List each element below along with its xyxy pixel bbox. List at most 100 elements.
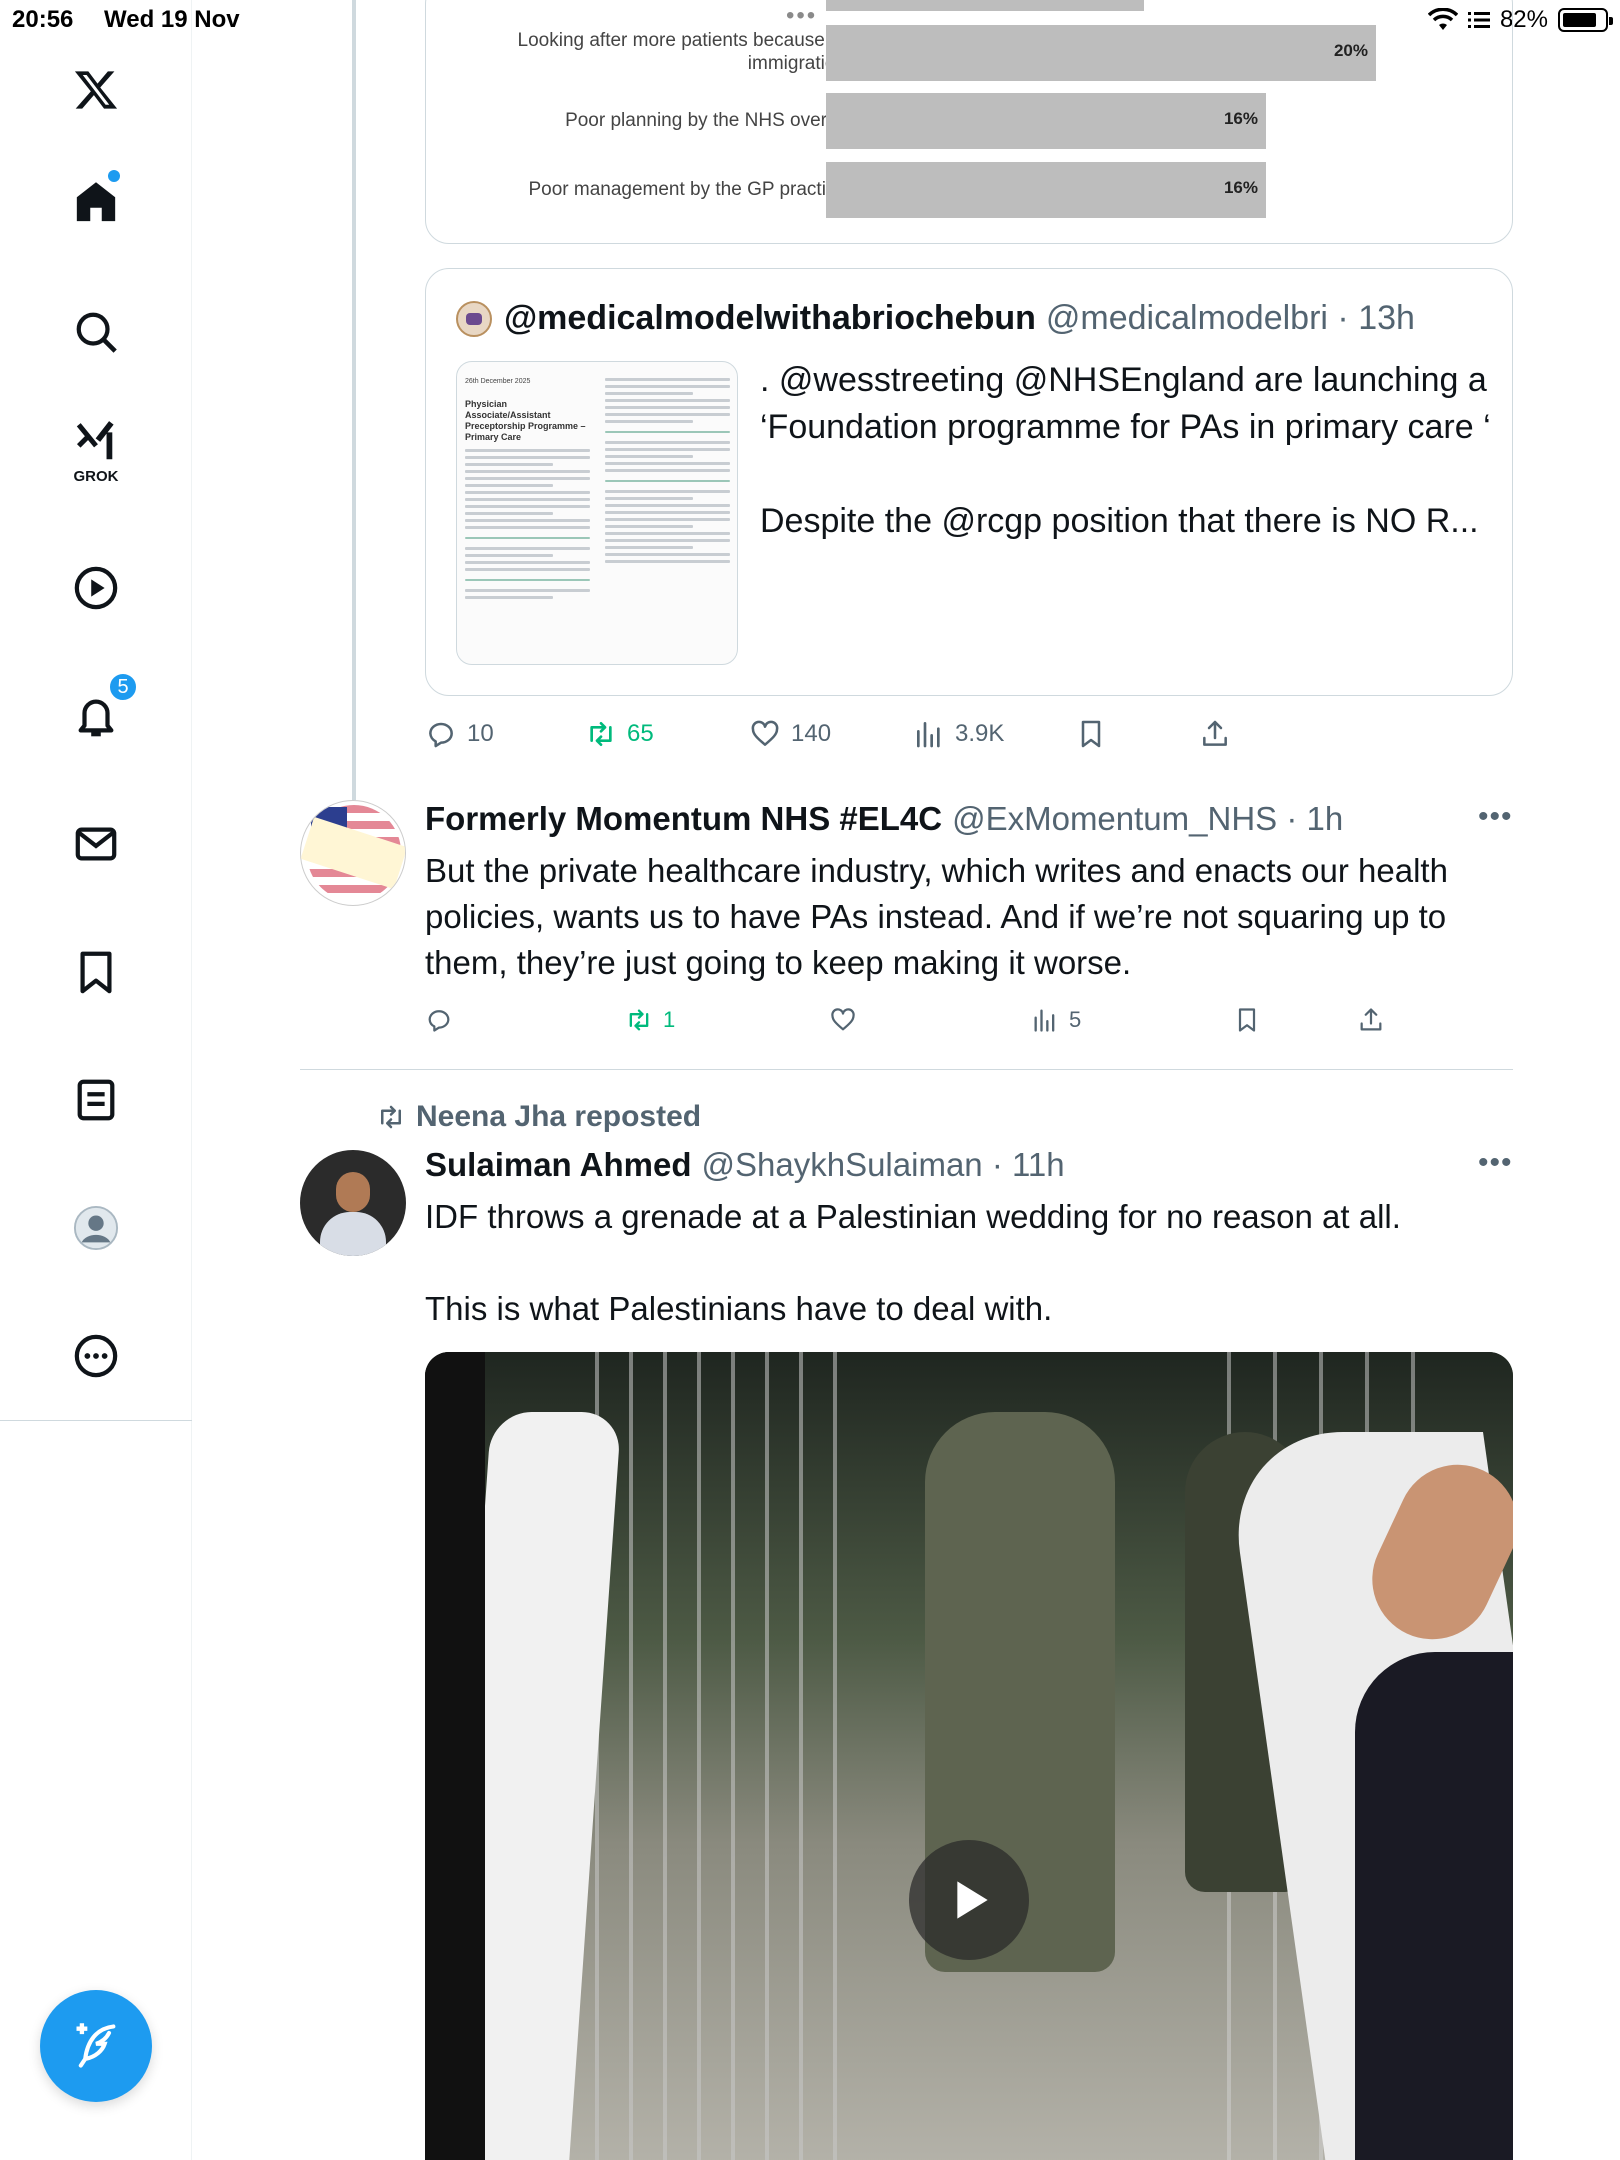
tweet-header: Sulaiman Ahmed @ShaykhSulaiman · 11h [425, 1146, 1065, 1184]
views-count: 3.9K [955, 720, 1005, 747]
sidebar-item-video[interactable] [56, 548, 136, 628]
repost-button[interactable]: 65 [585, 718, 654, 750]
tweet-separator [300, 1069, 1513, 1070]
tweet-text: But the private healthcare industry, whi… [425, 852, 1458, 981]
chart-bar-partial [826, 0, 1144, 11]
views-chart-icon [917, 722, 940, 748]
quoted-tweet-header: @medicalmodelwithabriochebun @medicalmod… [456, 299, 1415, 338]
views-button[interactable]: 3.9K [913, 718, 1004, 750]
quoted-tweet-card[interactable]: @medicalmodelwithabriochebun @medicalmod… [425, 268, 1513, 696]
tweet-time[interactable]: 1h [1307, 800, 1344, 838]
quoted-avatar[interactable] [456, 300, 492, 337]
bookmark-icon [1081, 720, 1101, 748]
x-logo-button[interactable] [56, 50, 136, 130]
tweet-time[interactable]: 11h [1012, 1146, 1065, 1184]
chart-value-label: 16% [1223, 109, 1258, 128]
chart-category-label: Looking after more patients because of i… [517, 30, 846, 74]
reply-icon [429, 722, 453, 748]
bell-icon [78, 699, 114, 737]
tweet-video[interactable] [425, 1352, 1513, 2160]
unread-dot [108, 170, 120, 182]
compose-button[interactable] [40, 1990, 152, 2102]
quoted-tweet-text: . @wesstreeting @NHSEngland are launchin… [760, 361, 1491, 540]
grok-icon [76, 421, 114, 460]
tweet-more-button[interactable]: ••• [1478, 1146, 1513, 1180]
sidebar-item-more[interactable] [56, 1316, 136, 1396]
grok-label: GROK [73, 468, 119, 485]
share-icon [1360, 1008, 1382, 1031]
chart-value-label: 20% [1333, 41, 1368, 60]
thread-line [352, 0, 356, 800]
sidebar-item-profile[interactable] [56, 1188, 136, 1268]
mail-icon [75, 827, 117, 861]
quoted-dot: · [1327, 299, 1359, 337]
quoted-document-thumbnail[interactable]: 26th December 2025 Physician Associate/A… [456, 361, 738, 665]
video-play-button[interactable] [909, 1840, 1029, 1960]
repost-count: 65 [627, 720, 654, 747]
sidebar-item-lists[interactable] [56, 1060, 136, 1140]
tweet-dot: · [1277, 800, 1307, 837]
chart-image-card[interactable]: Looking after more patients because of i… [425, 0, 1513, 244]
sidebar-item-home[interactable] [56, 162, 136, 242]
home-icon [76, 182, 116, 222]
doc-left-column: 26th December 2025 Physician Associate/A… [465, 374, 590, 603]
like-button[interactable]: 140 [749, 718, 831, 750]
list-doc-icon [77, 1079, 115, 1121]
battery-icon [1558, 8, 1613, 32]
views-count: 5 [1069, 1007, 1082, 1032]
tweet-avatar[interactable] [300, 1150, 406, 1256]
doc-title: Physician Associate/Assistant Preceptors… [465, 399, 586, 442]
sidebar-divider [0, 1420, 192, 1421]
reposted-by[interactable]: Neena Jha reposted [376, 1100, 701, 1134]
quote-action-bar: 10 65 140 3.9K [425, 712, 1513, 756]
x-logo-icon [74, 71, 118, 109]
reply-count: 10 [467, 720, 494, 747]
reply-icon [428, 1010, 450, 1032]
tweet-avatar[interactable] [300, 800, 406, 906]
tweet-action-bar: 1 5 [425, 1002, 1513, 1038]
heart-icon [751, 720, 779, 746]
battery-level [1563, 13, 1596, 27]
search-icon [76, 312, 117, 353]
doc-date: 26th December 2025 [465, 378, 531, 385]
sidebar-item-notifications[interactable]: 5 [56, 672, 138, 756]
repost-icon [629, 1009, 649, 1031]
bookmark-button[interactable] [1075, 718, 1107, 750]
bookmark-icon [1238, 1008, 1256, 1032]
share-button[interactable] [1357, 1006, 1385, 1034]
quoted-handle[interactable]: @medicalmodelbri [1046, 299, 1328, 338]
tweet-text: IDF throws a grenade at a Palestinian we… [425, 1198, 1401, 1327]
profile-avatar-icon [73, 1205, 119, 1251]
quoted-display-name[interactable]: @medicalmodelwithabriochebun [504, 299, 1036, 338]
reposted-by-label: Neena Jha reposted [416, 1100, 702, 1133]
repost-button[interactable]: 1 [625, 1006, 675, 1034]
bookmark-icon [80, 951, 112, 994]
tweet-more-button[interactable]: ••• [1478, 800, 1513, 834]
tweet-display-name[interactable]: Formerly Momentum NHS #EL4C [425, 800, 942, 838]
repost-icon [590, 722, 612, 746]
views-chart-icon [1034, 1009, 1055, 1032]
sidebar-item-explore[interactable] [56, 292, 136, 372]
reply-button[interactable] [425, 1006, 463, 1034]
sidebar-item-grok[interactable]: GROK [56, 412, 136, 492]
chart-bar: 16% [826, 162, 1266, 218]
tweet-header: Formerly Momentum NHS #EL4C @ExMomentum_… [425, 800, 1343, 838]
tweet-handle[interactable]: @ShaykhSulaiman [702, 1146, 983, 1184]
like-button[interactable] [829, 1006, 867, 1034]
notification-badge: 5 [108, 672, 138, 702]
sidebar-item-messages[interactable] [56, 804, 136, 884]
share-button[interactable] [1199, 718, 1231, 750]
tweet-display-name[interactable]: Sulaiman Ahmed [425, 1146, 692, 1184]
sidebar-item-bookmarks[interactable] [56, 932, 136, 1012]
chart-bar: 16% [826, 93, 1266, 149]
like-count: 140 [791, 720, 832, 747]
repost-icon [381, 1105, 401, 1129]
play-circle-icon [74, 566, 118, 610]
quoted-time[interactable]: 13h [1358, 299, 1415, 338]
reply-button[interactable]: 10 [425, 718, 494, 750]
sidebar: GROK 5 [0, 0, 192, 2160]
repost-count: 1 [663, 1007, 676, 1032]
bookmark-button[interactable] [1233, 1006, 1261, 1034]
tweet-handle[interactable]: @ExMomentum_NHS [952, 800, 1277, 838]
views-button[interactable]: 5 [1031, 1006, 1081, 1034]
